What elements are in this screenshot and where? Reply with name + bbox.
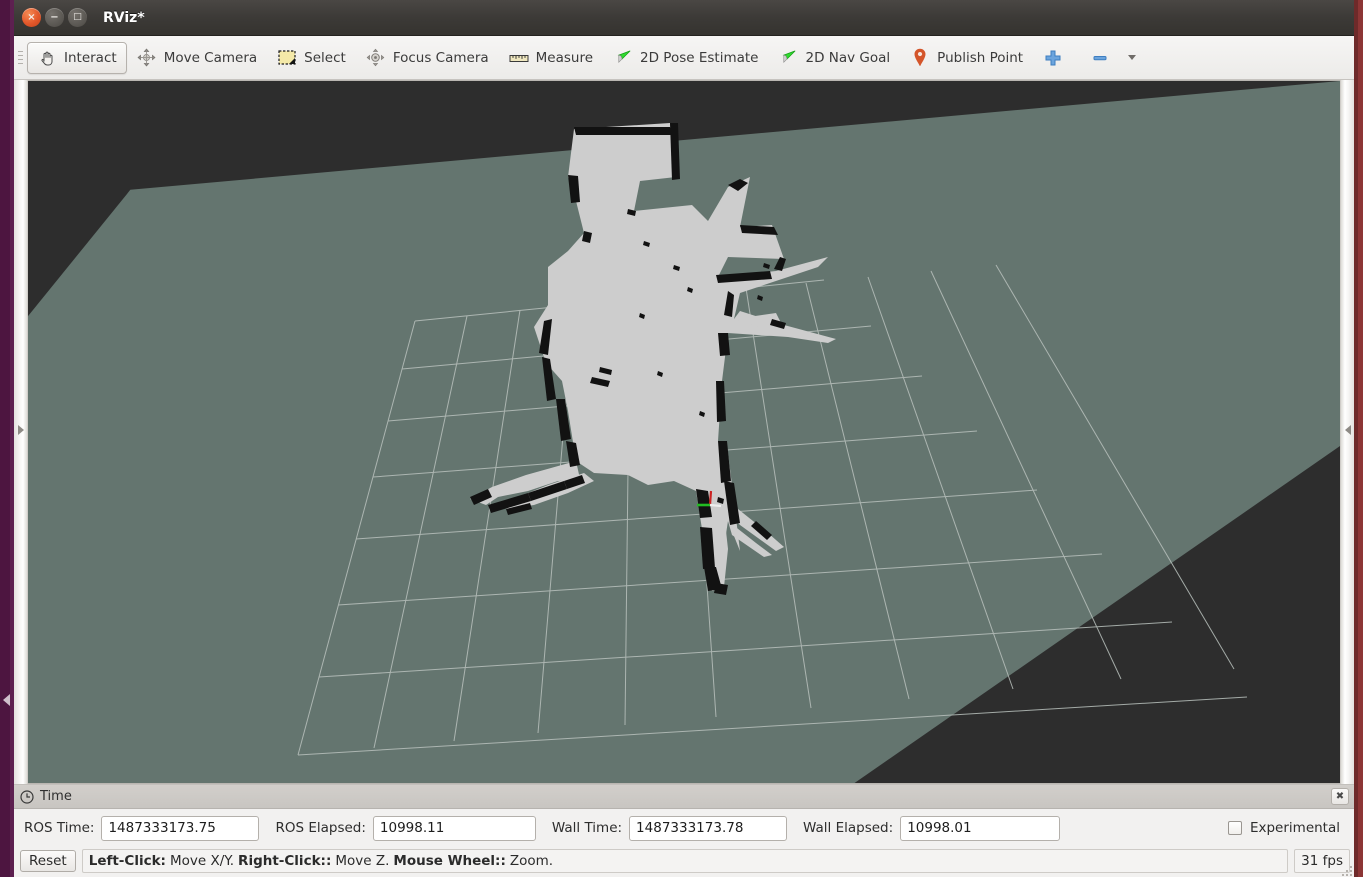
hint-left-click-text: Move X/Y. <box>169 853 235 869</box>
clock-icon <box>20 789 34 804</box>
tool-2d-pose-estimate[interactable]: 2D Pose Estimate <box>603 42 768 74</box>
select-box-icon <box>277 48 297 68</box>
desktop-left-arrow-icon <box>3 694 10 706</box>
reset-button[interactable]: Reset <box>20 850 76 872</box>
reset-label: Reset <box>29 853 67 869</box>
ros-elapsed-input[interactable]: 10998.11 <box>372 815 536 841</box>
chevron-right-icon[interactable] <box>17 425 24 435</box>
hint-right-click-text: Move Z. <box>335 853 390 869</box>
tool-2d-pose-estimate-label: 2D Pose Estimate <box>640 49 759 66</box>
plus-icon <box>1043 48 1063 68</box>
hint-mouse-wheel-text: Zoom. <box>509 853 554 869</box>
green-arrow-icon <box>613 48 633 68</box>
window-minimize-button[interactable]: − <box>45 8 64 27</box>
window-maximize-button[interactable]: □ <box>68 8 87 27</box>
window-close-button[interactable]: × <box>22 8 41 27</box>
ruler-icon <box>509 48 529 68</box>
ros-time-input[interactable]: 1487333173.75 <box>101 815 260 841</box>
wall-time-label: Wall Time: <box>551 820 623 836</box>
close-icon: × <box>27 11 36 23</box>
green-arrow-icon <box>779 48 799 68</box>
close-icon: ✖ <box>1335 791 1345 802</box>
tool-interact[interactable]: Interact <box>27 41 127 74</box>
title-bar: × − □ RViz* <box>14 0 1354 36</box>
experimental-label: Experimental <box>1249 820 1340 836</box>
toolbar-drag-handle[interactable] <box>16 45 25 71</box>
window-resize-grip[interactable] <box>1340 864 1352 876</box>
wall-elapsed-input[interactable]: 10998.01 <box>900 815 1061 841</box>
tool-move-camera[interactable]: Move Camera <box>127 42 267 74</box>
main-toolbar: Interact Move Camera Select Focus Camera… <box>14 36 1354 80</box>
hint-left-click-label: Left-Click: <box>88 853 166 869</box>
add-tool-button[interactable] <box>1033 42 1080 74</box>
wall-time-input[interactable]: 1487333173.78 <box>629 815 788 841</box>
rviz-window: × − □ RViz* Interact Move Camera Select … <box>14 0 1354 877</box>
ros-elapsed-label: ROS Elapsed: <box>275 820 366 836</box>
chevron-left-icon[interactable] <box>1344 425 1351 435</box>
move-camera-icon <box>137 48 157 68</box>
minimize-icon: − <box>50 11 59 23</box>
time-fields-row: ROS Time: 1487333173.75 ROS Elapsed: 109… <box>14 809 1354 847</box>
experimental-checkbox[interactable]: Experimental <box>1227 820 1344 836</box>
wall-elapsed-label: Wall Elapsed: <box>803 820 894 836</box>
tool-measure-label: Measure <box>535 49 594 66</box>
tool-measure[interactable]: Measure <box>499 42 603 74</box>
remove-tool-button[interactable] <box>1080 42 1146 74</box>
tool-focus-camera[interactable]: Focus Camera <box>356 42 499 74</box>
status-bar: Reset Left-Click: Move X/Y. Right-Click::… <box>14 847 1354 877</box>
chevron-down-icon[interactable] <box>1128 55 1137 60</box>
left-panel-collapsed-handle[interactable] <box>14 80 28 784</box>
center-area <box>14 80 1354 784</box>
right-panel-collapsed-handle[interactable] <box>1340 80 1354 784</box>
render-viewport-3d[interactable] <box>28 80 1340 784</box>
time-dock-panel: Time ✖ ROS Time: 1487333173.75 ROS Elaps… <box>14 784 1354 847</box>
minus-icon <box>1090 48 1110 68</box>
occupancy-grid-map <box>28 81 1340 783</box>
status-hint-text: Left-Click: Move X/Y. Right-Click:: Move … <box>81 849 1289 873</box>
map-pin-icon <box>910 48 930 68</box>
ros-time-label: ROS Time: <box>24 820 95 836</box>
hint-mouse-wheel-label: Mouse Wheel:: <box>393 853 506 869</box>
hint-right-click-label: Right-Click:: <box>238 853 332 869</box>
tool-select[interactable]: Select <box>267 42 356 74</box>
fps-label: 31 fps <box>1301 853 1343 869</box>
checkbox-box[interactable] <box>1227 821 1242 835</box>
tool-focus-camera-label: Focus Camera <box>392 49 489 66</box>
maximize-icon: □ <box>73 12 82 22</box>
robot-axes-marker <box>697 490 722 508</box>
time-panel-header: Time ✖ <box>14 785 1354 809</box>
tool-2d-nav-goal[interactable]: 2D Nav Goal <box>769 42 901 74</box>
time-panel-close-button[interactable]: ✖ <box>1331 788 1349 805</box>
focus-camera-icon <box>366 48 386 68</box>
map-free-space <box>470 123 836 591</box>
window-title: RViz* <box>103 9 145 26</box>
tool-move-camera-label: Move Camera <box>163 49 258 66</box>
tool-2d-nav-goal-label: 2D Nav Goal <box>805 49 891 66</box>
hand-cursor-icon <box>37 48 57 68</box>
tool-publish-point[interactable]: Publish Point <box>900 42 1033 74</box>
tool-select-label: Select <box>304 49 346 66</box>
tool-interact-label: Interact <box>64 49 117 66</box>
time-panel-title: Time <box>40 789 72 804</box>
tool-publish-point-label: Publish Point <box>937 49 1024 66</box>
